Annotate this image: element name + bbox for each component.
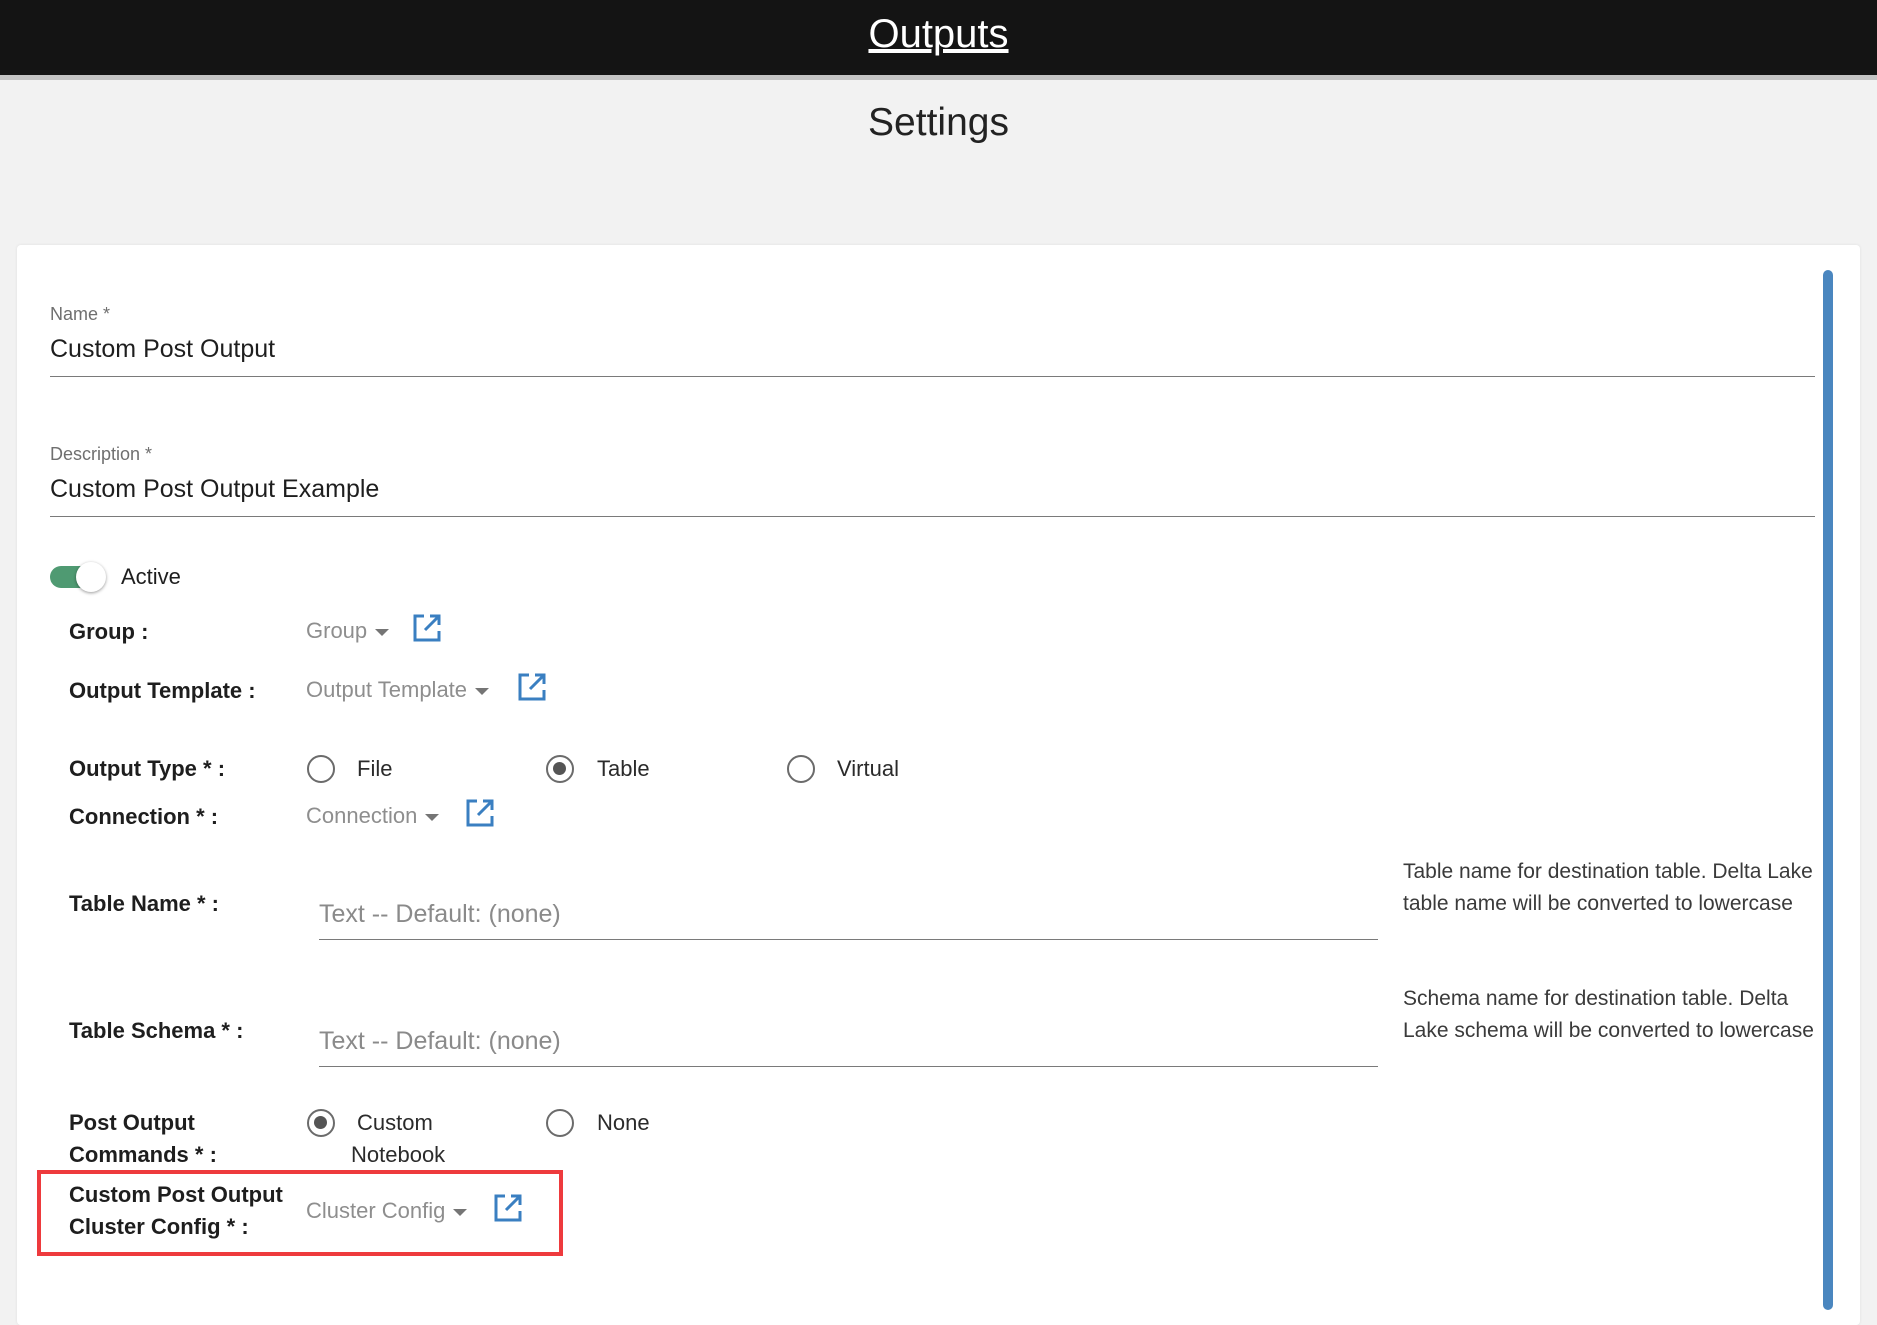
active-label: Active	[121, 564, 181, 589]
post-output-custom-notebook-radio[interactable]	[307, 1109, 335, 1137]
settings-card	[17, 245, 1860, 1325]
page-title: Settings	[868, 101, 1009, 144]
table-schema-underline	[319, 1066, 1378, 1067]
output-type-table-label[interactable]: Table	[597, 753, 650, 785]
caret-down-icon	[475, 687, 490, 695]
output-type-file-label[interactable]: File	[357, 753, 392, 785]
connection-dropdown[interactable]: Connection	[306, 803, 440, 829]
output-type-table-radio[interactable]	[546, 755, 574, 783]
post-output-commands-label-line1: Post Output	[69, 1110, 195, 1135]
output-template-label: Output Template :	[69, 678, 256, 703]
output-type-virtual-label[interactable]: Virtual	[837, 753, 899, 785]
custom-notebook-line2: Notebook	[351, 1142, 446, 1167]
post-output-commands-label: Post Output Commands * :	[69, 1107, 217, 1171]
highlight-box	[37, 1170, 563, 1256]
output-type-label: Output Type * :	[69, 756, 226, 781]
caret-down-icon	[425, 813, 440, 821]
table-name-input[interactable]: Text -- Default: (none)	[319, 900, 561, 929]
table-schema-input[interactable]: Text -- Default: (none)	[319, 1027, 561, 1056]
output-type-virtual-radio[interactable]	[787, 755, 815, 783]
connection-dropdown-value: Connection	[306, 803, 418, 828]
output-type-file-radio[interactable]	[307, 755, 335, 783]
table-schema-label: Table Schema * :	[69, 1018, 244, 1043]
group-label: Group :	[69, 619, 149, 644]
open-in-new-icon[interactable]	[464, 797, 496, 829]
name-label: Name *	[50, 304, 111, 324]
post-output-none-label[interactable]: None	[597, 1107, 650, 1139]
table-name-label: Table Name * :	[69, 891, 219, 916]
caret-down-icon	[375, 628, 390, 636]
post-output-custom-notebook-label[interactable]: Custom Notebook	[351, 1107, 445, 1171]
radio-selected-dot	[553, 762, 566, 775]
open-in-new-icon[interactable]	[516, 671, 548, 703]
name-input[interactable]: Custom Post Output	[50, 335, 275, 364]
description-input[interactable]: Custom Post Output Example	[50, 475, 379, 504]
top-bar: Outputs	[0, 0, 1877, 80]
outputs-link[interactable]: Outputs	[0, 12, 1877, 57]
post-output-none-radio[interactable]	[546, 1109, 574, 1137]
name-underline	[50, 376, 1815, 377]
output-template-dropdown-value: Output Template	[306, 677, 468, 702]
group-dropdown[interactable]: Group	[306, 618, 390, 644]
table-name-underline	[319, 939, 1378, 940]
description-label: Description *	[50, 444, 153, 464]
custom-notebook-line1: Custom	[357, 1110, 433, 1135]
table-name-help: Table name for destination table. Delta …	[1403, 860, 1813, 915]
description-underline	[50, 516, 1815, 517]
open-in-new-icon[interactable]	[411, 612, 443, 644]
active-toggle-knob[interactable]	[76, 562, 106, 592]
radio-selected-dot	[314, 1116, 327, 1129]
scrollbar[interactable]	[1823, 270, 1833, 1310]
group-dropdown-value: Group	[306, 618, 368, 643]
post-output-commands-label-line2: Commands * :	[69, 1142, 217, 1167]
connection-label: Connection * :	[69, 804, 219, 829]
table-schema-help: Schema name for destination table. Delta…	[1403, 987, 1814, 1042]
output-template-dropdown[interactable]: Output Template	[306, 677, 490, 703]
